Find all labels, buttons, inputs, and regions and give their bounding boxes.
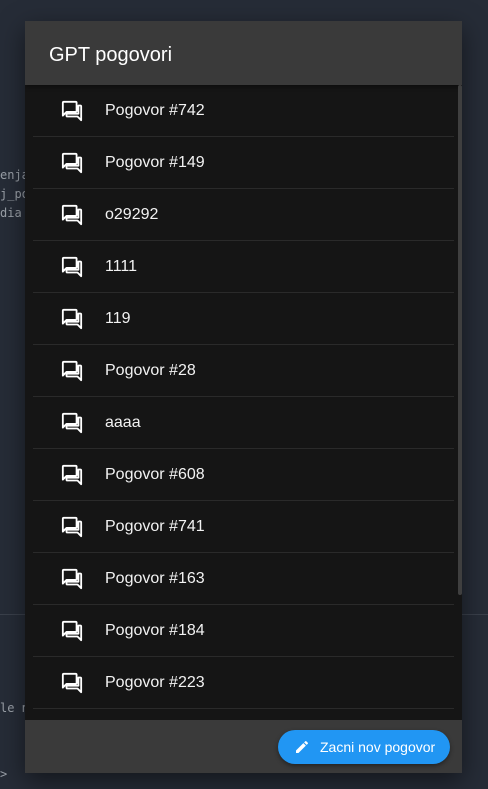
- conversation-item[interactable]: Pogovor #741: [33, 501, 454, 553]
- conversation-label: Pogovor #149: [105, 154, 205, 171]
- conversations-dialog: GPT pogovori Pogovor #742 Pogovor #149 o29…: [25, 21, 462, 773]
- dialog-title: GPT pogovori: [49, 44, 173, 66]
- forum-icon: [61, 204, 83, 226]
- dialog-footer: Zacni nov pogovor: [25, 720, 462, 773]
- conversation-item[interactable]: Pogovor #223: [33, 657, 454, 709]
- forum-icon: [61, 620, 83, 642]
- conversation-item[interactable]: Pogovor #742: [33, 85, 454, 137]
- pencil-icon: [296, 740, 309, 753]
- conversation-item[interactable]: Pogovor #163: [33, 553, 454, 605]
- new-conversation-button[interactable]: Zacni nov pogovor: [278, 730, 450, 764]
- forum-icon: [61, 152, 83, 174]
- forum-icon: [61, 308, 83, 330]
- code-fragment: >: [0, 767, 8, 781]
- forum-icon: [61, 256, 83, 278]
- forum-icon: [61, 360, 83, 382]
- conversation-item[interactable]: aaaa: [33, 397, 454, 449]
- dialog-header: GPT pogovori: [25, 21, 462, 85]
- conversation-item[interactable]: 1111: [33, 241, 454, 293]
- conversation-label: Pogovor #608: [105, 466, 205, 483]
- forum-icon: [61, 464, 83, 486]
- conversation-item[interactable]: 119: [33, 293, 454, 345]
- conversation-item[interactable]: Pogovor #608: [33, 449, 454, 501]
- forum-icon: [61, 568, 83, 590]
- conversation-label: Pogovor #223: [105, 674, 205, 691]
- conversation-item[interactable]: o29292: [33, 189, 454, 241]
- conversation-label: o29292: [105, 206, 159, 223]
- scrollbar[interactable]: [458, 85, 462, 595]
- code-fragment: dia: [0, 206, 22, 220]
- new-conversation-label: Zacni nov pogovor: [320, 739, 436, 755]
- conversation-label: Pogovor #163: [105, 570, 205, 587]
- conversation-label: Pogovor #742: [105, 102, 205, 119]
- forum-icon: [61, 412, 83, 434]
- forum-icon: [61, 516, 83, 538]
- conversation-label: Pogovor #28: [105, 362, 196, 379]
- conversation-label: aaaa: [105, 414, 141, 431]
- forum-icon: [61, 100, 83, 122]
- conversation-item[interactable]: Pogovor #184: [33, 605, 454, 657]
- forum-icon: [61, 672, 83, 694]
- conversation-item[interactable]: Pogovor #149: [33, 137, 454, 189]
- conversation-item[interactable]: Pogovor #28: [33, 345, 454, 397]
- conversation-label: Pogovor #741: [105, 518, 205, 535]
- conversation-label: 1111: [105, 258, 138, 275]
- conversation-list[interactable]: Pogovor #742 Pogovor #149 o29292 1111 119 Pog…: [25, 85, 462, 720]
- conversation-label: 119: [105, 310, 131, 327]
- conversation-label: Pogovor #184: [105, 622, 205, 639]
